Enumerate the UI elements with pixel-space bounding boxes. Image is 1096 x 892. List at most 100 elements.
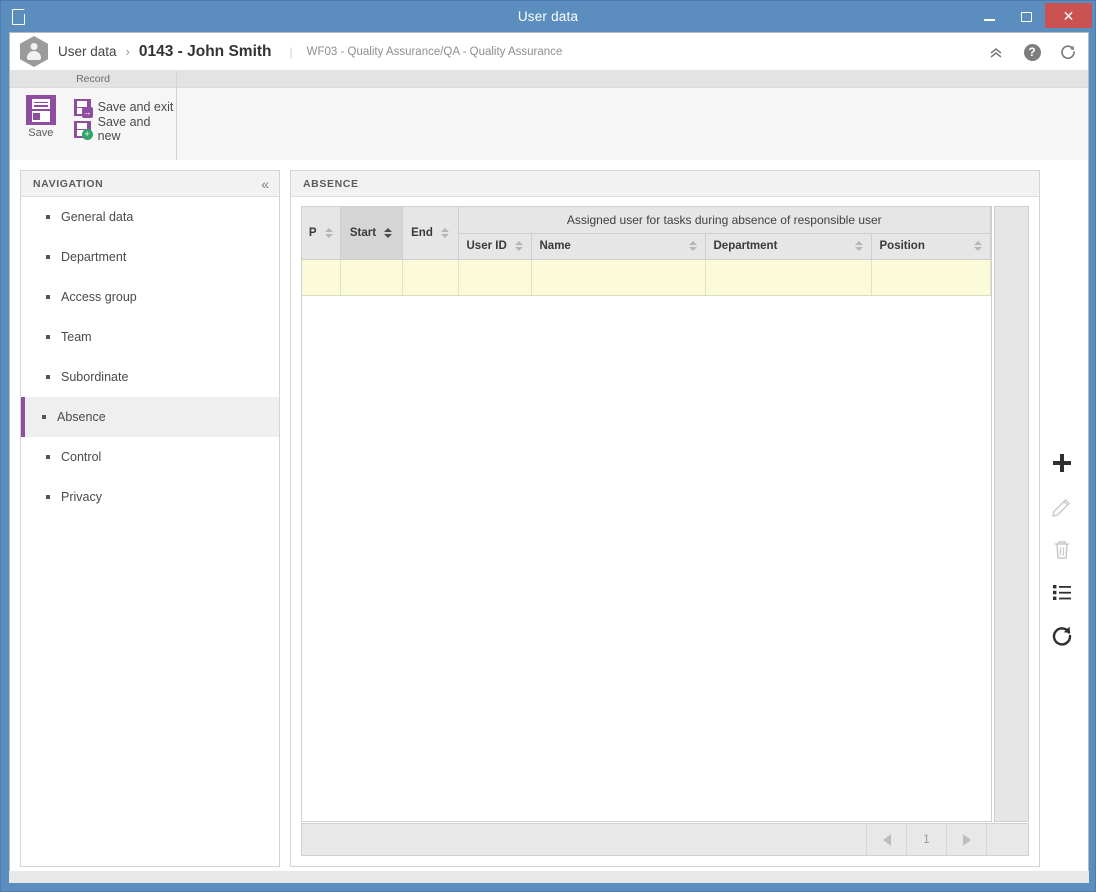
page-title: 0143 - John Smith: [138, 42, 272, 60]
navigation-list: General data Department Access group Team Su…: [21, 197, 279, 517]
sidebar-item-control[interactable]: Control: [21, 437, 279, 477]
window-controls: ✕: [971, 1, 1095, 32]
refresh-icon[interactable]: [1058, 42, 1078, 62]
absence-table-head: P Start End Assigned user for tasks during …: [302, 207, 991, 260]
grid-scroll-gutter[interactable]: [994, 206, 1029, 822]
application-body: User data › 0143 - John Smith | WF03 - Q…: [9, 32, 1089, 877]
save-and-new-icon: +: [73, 120, 93, 140]
sidebar-item-department[interactable]: Department: [21, 237, 279, 277]
column-header-p[interactable]: P: [302, 207, 341, 260]
sort-indicator-icon[interactable]: [514, 241, 523, 251]
absence-panel: ABSENCE P Start End Assigned user for tasks…: [290, 170, 1040, 867]
list-view-button[interactable]: [1049, 579, 1075, 605]
column-header-position[interactable]: Position: [871, 233, 991, 260]
bullet-icon: [46, 375, 50, 379]
reload-grid-button[interactable]: [1049, 622, 1075, 648]
maximize-button[interactable]: [1008, 3, 1045, 30]
bullet-icon: [42, 415, 46, 419]
pagination-next-button[interactable]: [946, 824, 986, 855]
pagination-spacer: [986, 824, 1028, 855]
save-button[interactable]: Save: [18, 94, 64, 140]
user-hexagon-icon: [20, 36, 48, 67]
save-and-new-button[interactable]: + Save and new: [73, 115, 176, 143]
ribbon-empty-area: [177, 71, 1088, 160]
sidebar-item-label: Privacy: [61, 490, 102, 504]
header-actions: ?: [986, 33, 1078, 71]
column-header-start[interactable]: Start: [340, 207, 403, 260]
cell-department[interactable]: [705, 259, 872, 296]
sort-indicator-icon[interactable]: [854, 241, 863, 251]
sort-indicator-icon[interactable]: [974, 241, 982, 251]
save-and-exit-icon: →: [73, 98, 93, 118]
sidebar-item-label: General data: [61, 210, 134, 224]
ribbon-group-record: Record Save → Save and exit + Save and n…: [10, 71, 177, 160]
sidebar-item-label: Team: [61, 330, 92, 344]
column-header-name[interactable]: Name: [531, 233, 706, 260]
window-titlebar: User data ✕: [1, 1, 1095, 32]
record-subtitle: WF03 - Quality Assurance/QA - Quality As…: [306, 45, 563, 58]
column-header-label: Department: [713, 240, 778, 252]
pagination-prev-button[interactable]: [866, 824, 906, 855]
column-header-label: End: [411, 226, 433, 239]
column-group-header: Assigned user for tasks during absence o…: [458, 207, 991, 234]
collapse-ribbon-icon[interactable]: [986, 42, 1006, 62]
breadcrumb-separator-icon: ›: [125, 44, 130, 59]
absence-table-group-row: P Start End Assigned user for tasks during …: [302, 207, 991, 260]
sidebar-item-absence[interactable]: Absence: [21, 397, 279, 437]
absence-panel-header: ABSENCE: [291, 171, 1039, 197]
absence-table-body: [302, 259, 991, 296]
collapse-navigation-icon[interactable]: «: [261, 177, 269, 191]
cell-start[interactable]: [340, 259, 403, 296]
sidebar-item-label: Control: [61, 450, 102, 464]
column-header-label: User ID: [466, 240, 507, 252]
window-title: User data: [517, 9, 579, 24]
delete-row-button[interactable]: [1049, 536, 1075, 562]
cell-p[interactable]: [302, 259, 341, 296]
edit-row-button[interactable]: [1049, 493, 1075, 519]
absence-grid: P Start End Assigned user for tasks during …: [301, 206, 992, 822]
sidebar-item-team[interactable]: Team: [21, 317, 279, 357]
close-button[interactable]: ✕: [1045, 3, 1092, 28]
cell-user-id[interactable]: [458, 259, 532, 296]
sidebar-item-subordinate[interactable]: Subordinate: [21, 357, 279, 397]
breadcrumb-root[interactable]: User data: [58, 44, 117, 59]
sidebar-item-label: Department: [61, 250, 127, 264]
application-window: User data ✕ User data › 0143 - John Smit…: [0, 0, 1096, 892]
sidebar-item-general-data[interactable]: General data: [21, 197, 279, 237]
column-header-label: Name: [539, 240, 571, 252]
sidebar-item-access-group[interactable]: Access group: [21, 277, 279, 317]
bullet-icon: [46, 335, 50, 339]
cell-name[interactable]: [531, 259, 706, 296]
cell-end[interactable]: [402, 259, 459, 296]
window-bottom-strip: [9, 871, 1089, 883]
help-icon[interactable]: ?: [1022, 42, 1042, 62]
sort-indicator-icon[interactable]: [384, 227, 393, 238]
record-header: User data › 0143 - John Smith | WF03 - Q…: [10, 33, 1088, 71]
bullet-icon: [46, 455, 50, 459]
grid-action-rail: [1044, 170, 1080, 867]
sort-indicator-icon[interactable]: [688, 241, 697, 251]
pagination-page-number[interactable]: 1: [906, 824, 946, 855]
sort-indicator-icon[interactable]: [440, 227, 449, 238]
minimize-button[interactable]: [971, 3, 1008, 30]
add-row-button[interactable]: [1049, 450, 1075, 476]
navigation-panel: NAVIGATION « General data Department Acces…: [20, 170, 280, 867]
header-divider: |: [289, 44, 293, 59]
column-header-user-id[interactable]: User ID: [458, 233, 532, 260]
sidebar-item-label: Access group: [61, 290, 137, 304]
column-header-end[interactable]: End: [402, 207, 459, 260]
sidebar-item-label: Subordinate: [61, 370, 129, 384]
absence-grid-wrapper: P Start End Assigned user for tasks during …: [301, 206, 1029, 856]
save-button-label: Save: [28, 127, 54, 139]
sort-indicator-icon[interactable]: [324, 227, 333, 238]
absence-table: P Start End Assigned user for tasks during …: [302, 207, 991, 296]
cell-position[interactable]: [871, 259, 991, 296]
column-header-label: Position: [879, 240, 925, 252]
table-row[interactable]: [302, 259, 991, 296]
save-icon: [25, 95, 56, 125]
grid-pagination: 1: [301, 823, 1029, 856]
sidebar-item-privacy[interactable]: Privacy: [21, 477, 279, 517]
bullet-icon: [46, 295, 50, 299]
main-content: NAVIGATION « General data Department Acces…: [10, 160, 1088, 877]
column-header-department[interactable]: Department: [705, 233, 872, 260]
